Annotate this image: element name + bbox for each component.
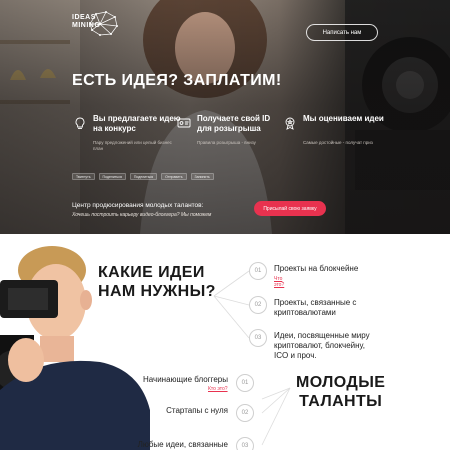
who-is-it-link[interactable]: Кто это? bbox=[208, 386, 228, 392]
idea-text: Проекты на блокчейне bbox=[274, 264, 359, 273]
idea-number: 01 bbox=[249, 262, 267, 280]
talent-number: 01 bbox=[236, 374, 254, 392]
talent-item-text: Начинающие блоггеры bbox=[142, 375, 228, 384]
idea-text: Идеи, посвященные миру криптовалют, блок… bbox=[274, 331, 370, 360]
page: IDEAS MINING Написать нам ЕСТЬ ИДЕЯ? ЗАП… bbox=[0, 0, 450, 450]
talents-section-title: МОЛОДЫЕ ТАЛАНТЫ bbox=[296, 374, 386, 410]
talent-number: 03 bbox=[236, 437, 254, 450]
idea-number: 03 bbox=[249, 329, 267, 347]
idea-number: 02 bbox=[249, 296, 267, 314]
talent-item-text: Любые идеи, связанные bbox=[137, 440, 228, 449]
what-is-it-link[interactable]: Что это? bbox=[274, 276, 284, 288]
talent-item-text: Стартапы с нуля bbox=[166, 406, 228, 415]
talent-number: 02 bbox=[236, 404, 254, 422]
idea-text: Проекты, связанные с криптовалютами bbox=[274, 298, 357, 317]
